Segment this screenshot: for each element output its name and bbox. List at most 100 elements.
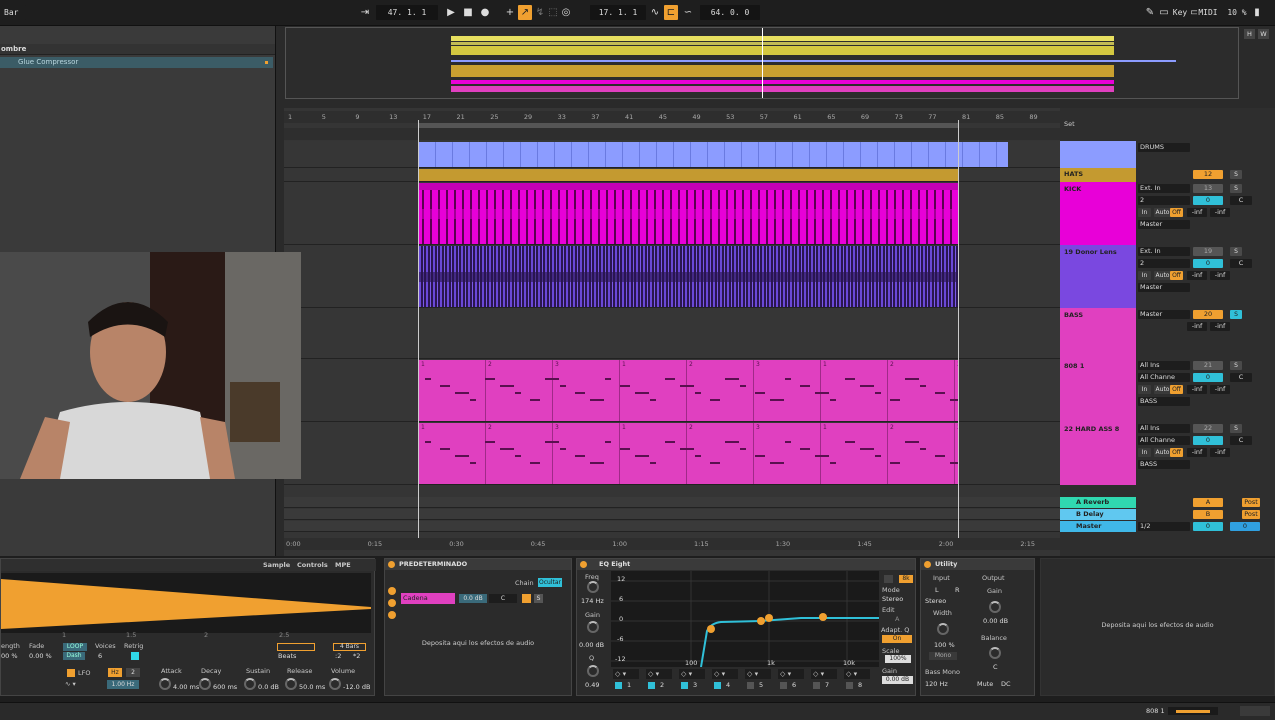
lfo-sync-button[interactable]: 2 — [126, 668, 140, 677]
output-routing[interactable]: Master — [1138, 220, 1190, 229]
loop-toggle[interactable]: LOOP — [63, 643, 87, 651]
return-track-name[interactable]: Master — [1076, 522, 1101, 530]
eq-gain-value[interactable]: 0.00 dB — [882, 676, 913, 684]
automation-arm-icon[interactable]: ↗ — [518, 5, 532, 20]
solo-button[interactable]: S — [1230, 170, 1242, 179]
reverb-lane[interactable] — [284, 497, 1060, 508]
track-pan[interactable]: C — [1230, 196, 1252, 205]
capture-icon[interactable]: ⬚ — [546, 5, 560, 20]
key-map-button[interactable]: Key — [1170, 5, 1190, 20]
track-number[interactable]: 21 — [1193, 361, 1223, 370]
double-button[interactable]: *2 — [353, 652, 360, 660]
output-routing[interactable]: Master — [1138, 310, 1190, 319]
eq-display[interactable] — [611, 571, 879, 668]
track-name[interactable]: 19 Donor Lens — [1064, 248, 1117, 256]
tab-controls[interactable]: Controls — [297, 561, 328, 569]
punch-out-icon[interactable]: ∽ — [681, 5, 695, 20]
master-volume[interactable]: 0 — [1193, 522, 1223, 531]
track-name[interactable]: HATS — [1064, 170, 1083, 178]
band-toggle[interactable] — [615, 682, 622, 689]
loop-start-display[interactable]: 17. 1. 1 — [590, 5, 646, 20]
balance-value[interactable]: C — [993, 663, 998, 671]
env-knob[interactable] — [199, 678, 211, 690]
hats-clip[interactable] — [419, 169, 958, 181]
track-volume[interactable]: 0 — [1193, 196, 1223, 205]
chain-name[interactable]: Cadena — [401, 593, 455, 604]
chain-gain[interactable]: 0.0 dB — [459, 594, 487, 603]
band-toggle[interactable] — [813, 682, 820, 689]
track-name[interactable]: KICK — [1064, 185, 1081, 193]
send-b[interactable]: -inf — [1210, 448, 1230, 457]
scrub-area[interactable] — [284, 128, 1060, 140]
track-header[interactable]: 22 HARD ASS 8 — [1060, 422, 1136, 485]
track-header[interactable]: BASS — [1060, 308, 1136, 359]
q-knob[interactable] — [587, 665, 599, 677]
follow-icon[interactable]: ⇥ — [358, 5, 372, 20]
view-toggle[interactable] — [1240, 706, 1270, 716]
utility-title[interactable]: Utility — [921, 559, 1034, 570]
monitor-auto[interactable]: Auto — [1154, 385, 1171, 394]
position-display[interactable]: 47. 1. 1 — [376, 5, 438, 20]
track-header[interactable]: KICK — [1060, 182, 1136, 245]
gain-value[interactable]: 0.00 dB — [983, 617, 1008, 625]
monitor-in[interactable]: In — [1138, 448, 1151, 457]
band-toggle[interactable] — [846, 682, 853, 689]
track-number[interactable]: 12 — [1193, 170, 1223, 179]
send-b[interactable]: -inf — [1210, 322, 1230, 331]
band-toggle[interactable] — [648, 682, 655, 689]
gain-knob[interactable] — [989, 601, 1001, 613]
input-type[interactable]: All Ins — [1138, 361, 1190, 370]
tab-sample[interactable]: Sample — [263, 561, 290, 569]
env-value[interactable]: 600 ms — [213, 683, 237, 691]
width-button[interactable]: W — [1258, 29, 1269, 39]
voices-value[interactable]: 6 — [98, 652, 102, 660]
mute-button[interactable]: Mute — [977, 680, 993, 688]
monitor-in[interactable]: In — [1138, 208, 1151, 217]
master-pan[interactable]: 0 — [1230, 522, 1260, 531]
adapt-q-toggle[interactable]: On — [882, 635, 912, 643]
rack-device-icon[interactable] — [388, 611, 396, 619]
solo-button[interactable]: S — [1230, 247, 1242, 256]
monitor-in[interactable]: In — [1138, 271, 1151, 280]
retrig-toggle[interactable] — [131, 652, 139, 660]
send-a[interactable]: -inf — [1187, 448, 1207, 457]
record-icon[interactable]: ● — [478, 5, 492, 20]
band-filter-select[interactable]: ◇ ▾ — [745, 669, 771, 679]
send-a[interactable]: -inf — [1187, 271, 1207, 280]
width-value[interactable]: 100 % — [934, 641, 955, 649]
chain-hide-button[interactable]: Ocultar — [538, 578, 562, 587]
input-type[interactable]: Ext. In — [1138, 184, 1190, 193]
warp-button[interactable] — [277, 643, 315, 651]
send-a[interactable]: -inf — [1187, 208, 1207, 217]
band-toggle[interactable] — [681, 682, 688, 689]
return-letter[interactable]: A — [1193, 498, 1223, 507]
lfo-hz-button[interactable]: Hz — [108, 668, 122, 677]
lfo-shape-icon[interactable]: ∿ ▾ — [65, 680, 76, 688]
band-filter-select[interactable]: ◇ ▾ — [778, 669, 804, 679]
browser-header[interactable]: ombre — [0, 44, 275, 55]
env-value[interactable]: 4.00 ms — [173, 683, 199, 691]
monitor-auto[interactable]: Auto — [1154, 448, 1171, 457]
rack-title[interactable]: PREDETERMINADO — [385, 559, 571, 570]
loop-end-marker[interactable] — [958, 120, 959, 538]
balance-knob[interactable] — [989, 647, 1001, 659]
send-a[interactable]: -inf — [1187, 385, 1207, 394]
fade-value[interactable]: 0.00 % — [29, 652, 52, 660]
tab-mpe[interactable]: MPE — [335, 561, 351, 569]
reenable-icon[interactable]: ↯ — [533, 5, 547, 20]
monitor-auto[interactable]: Auto — [1154, 208, 1171, 217]
track-header[interactable]: HATS — [1060, 168, 1136, 182]
monitor-in[interactable]: In — [1138, 385, 1151, 394]
input-type[interactable]: Ext. In — [1138, 247, 1190, 256]
rack-drop-zone[interactable]: Deposita aqui los efectos de audio — [393, 639, 563, 647]
solo-button[interactable]: S — [1230, 361, 1242, 370]
band-toggle[interactable] — [747, 682, 754, 689]
loop-icon[interactable]: ⊏ — [664, 5, 678, 20]
monitor-off[interactable]: Off — [1170, 271, 1183, 280]
track-number[interactable]: 22 — [1193, 424, 1223, 433]
key-map-icon[interactable]: ▭ — [1157, 5, 1171, 20]
rack-power-icon[interactable] — [388, 561, 395, 568]
send-b[interactable]: -inf — [1210, 271, 1230, 280]
master-lane[interactable] — [284, 521, 1060, 532]
send-a[interactable]: -inf — [1187, 322, 1207, 331]
